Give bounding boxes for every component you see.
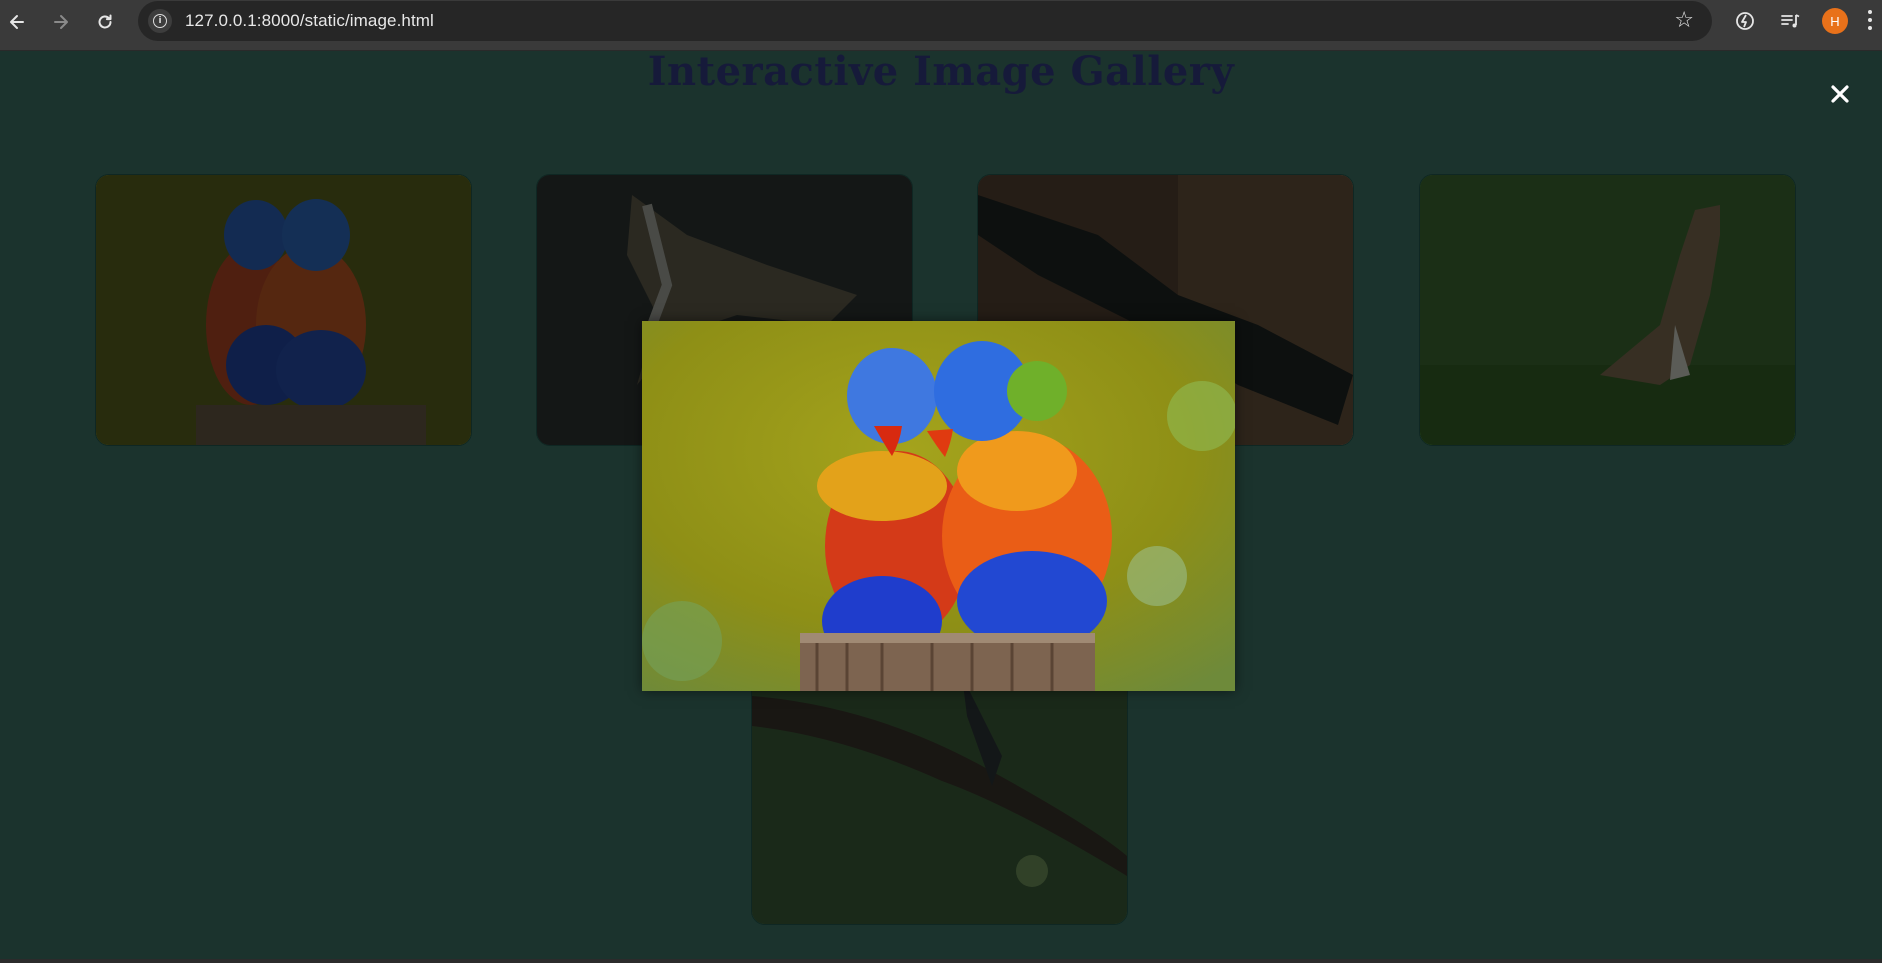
more-menu-icon[interactable] xyxy=(1866,8,1874,34)
close-icon xyxy=(1831,85,1849,103)
reload-icon[interactable] xyxy=(90,7,120,37)
window-bottom-border xyxy=(0,959,1882,963)
url-text[interactable]: 127.0.0.1:8000/static/image.html xyxy=(185,11,434,31)
close-lightbox-button[interactable] xyxy=(1826,80,1854,108)
media-queue-icon[interactable] xyxy=(1775,6,1805,36)
bookmark-star-icon[interactable]: ☆ xyxy=(1674,8,1694,33)
address-bar[interactable]: i 127.0.0.1:8000/static/image.html ☆ xyxy=(138,1,1712,41)
lightbox-image xyxy=(642,321,1235,691)
site-info-icon[interactable]: i xyxy=(148,9,172,33)
page-title: Interactive Image Gallery xyxy=(647,48,1235,95)
profile-avatar[interactable]: H xyxy=(1822,8,1848,34)
gallery-thumbnail-hawk-grass[interactable] xyxy=(1419,174,1796,446)
lorikeets-full-image xyxy=(642,321,1235,691)
forward-arrow-icon[interactable] xyxy=(46,7,76,37)
gallery-thumbnail-branch-bird[interactable] xyxy=(751,655,1128,925)
extension-icon[interactable] xyxy=(1730,6,1760,36)
gallery-thumbnail-lorikeets[interactable] xyxy=(95,174,472,446)
browser-toolbar: i 127.0.0.1:8000/static/image.html ☆ H xyxy=(0,0,1882,51)
back-arrow-icon[interactable] xyxy=(2,7,32,37)
